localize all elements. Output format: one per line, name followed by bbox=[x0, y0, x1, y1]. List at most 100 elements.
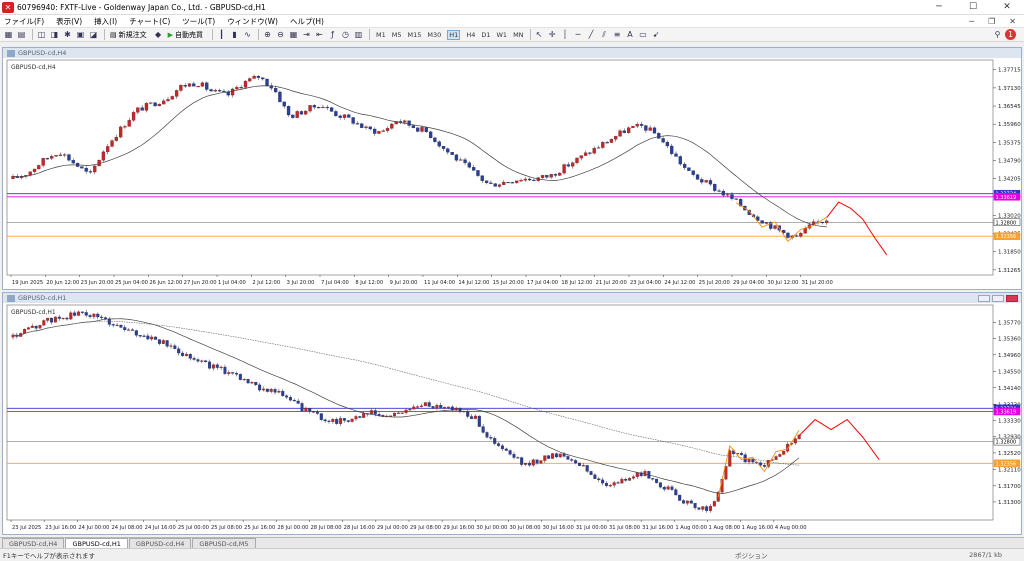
tester-icon[interactable]: ◪ bbox=[88, 29, 99, 40]
templates-icon[interactable]: ▥ bbox=[353, 29, 364, 40]
menu-window[interactable]: ウィンドウ(W) bbox=[227, 16, 278, 27]
timeframe-h4[interactable]: H4 bbox=[466, 31, 475, 39]
period-icon[interactable]: ◷ bbox=[340, 29, 351, 40]
new-chart-icon[interactable]: ▦ bbox=[3, 29, 14, 40]
candle-body bbox=[571, 162, 575, 167]
chart-tab-active[interactable]: GBPUSD-cd,H1 bbox=[65, 538, 128, 548]
candle-body bbox=[261, 388, 265, 391]
candle-body bbox=[200, 360, 204, 362]
candle-body bbox=[543, 455, 547, 461]
candle-body bbox=[709, 506, 713, 511]
timeframe-m15[interactable]: M15 bbox=[408, 31, 422, 39]
candle-body bbox=[760, 220, 764, 224]
fibonacci-icon[interactable]: ≡ bbox=[612, 29, 623, 40]
chart-tab[interactable]: GBPUSD-cd,H4 bbox=[2, 538, 65, 548]
candle-body bbox=[149, 102, 153, 104]
notification-badge-icon[interactable]: 1 bbox=[1005, 29, 1016, 40]
horizontal-line-icon[interactable]: ─ bbox=[573, 29, 584, 40]
new-order-button[interactable]: ▤ 新規注文 bbox=[108, 30, 149, 40]
time-tick-label: 31 Jul 16:00 bbox=[642, 525, 673, 531]
meta-editor-icon[interactable]: ◆ bbox=[153, 29, 164, 40]
data-window-icon[interactable]: ◨ bbox=[49, 29, 60, 40]
menu-help[interactable]: ヘルプ(H) bbox=[290, 16, 324, 27]
minimize-button[interactable]: ─ bbox=[922, 0, 956, 15]
price-chart-h1[interactable]: GBPUSD-cd,H1 1.35770 1.35360 1.34960 1.34550… bbox=[3, 303, 1021, 534]
chart-shift-icon[interactable]: ⇥ bbox=[301, 29, 312, 40]
label-icon[interactable]: ▭ bbox=[638, 29, 649, 40]
time-tick-label: 24 Jul 08:00 bbox=[112, 525, 143, 531]
bar-chart-icon[interactable]: ┃ bbox=[216, 29, 227, 40]
candle-body bbox=[299, 111, 304, 115]
crosshair-icon[interactable]: ✛ bbox=[547, 29, 558, 40]
chart-tab[interactable]: GBPUSD-cd,M5 bbox=[192, 538, 256, 548]
market-watch-icon[interactable]: ◫ bbox=[36, 29, 47, 40]
cursor-icon[interactable]: ↖ bbox=[534, 29, 545, 40]
timeframe-w1[interactable]: W1 bbox=[497, 31, 508, 39]
candle-body bbox=[476, 170, 480, 176]
close-button[interactable]: ✕ bbox=[990, 0, 1024, 15]
time-tick-label: 23 Jul 04:00 bbox=[630, 280, 661, 286]
menu-view[interactable]: 表示(V) bbox=[56, 16, 82, 27]
indicators-icon[interactable]: ƒ bbox=[327, 29, 338, 40]
chart-close-button[interactable] bbox=[1006, 294, 1018, 302]
candle-body bbox=[502, 181, 506, 185]
price-tick-label: 1.34205 bbox=[998, 177, 1021, 183]
candle-body bbox=[273, 87, 278, 93]
timeframe-m30[interactable]: M30 bbox=[427, 31, 441, 39]
tile-windows-icon[interactable]: ▦ bbox=[288, 29, 299, 40]
auto-trading-button[interactable]: ▶ 自動売買 bbox=[166, 30, 205, 40]
line-chart-icon[interactable]: ∿ bbox=[242, 29, 253, 40]
candle-body bbox=[588, 152, 592, 154]
maximize-button[interactable]: ☐ bbox=[956, 0, 990, 15]
candle-body bbox=[631, 125, 635, 128]
time-tick-label: 8 Jul 12:00 bbox=[355, 280, 383, 286]
candle-body bbox=[34, 325, 38, 329]
candle-body bbox=[428, 131, 433, 139]
arrows-icon[interactable]: ➹ bbox=[651, 29, 662, 40]
candle-body bbox=[424, 127, 428, 132]
candle-body bbox=[248, 78, 252, 82]
time-tick-label: 9 Jul 20:00 bbox=[390, 280, 418, 286]
terminal-icon[interactable]: ▣ bbox=[75, 29, 86, 40]
channel-icon[interactable]: ⫽ bbox=[599, 29, 610, 40]
price-tick-label: 1.32110 bbox=[998, 467, 1021, 473]
timeframe-h1[interactable]: H1 bbox=[447, 29, 461, 40]
price-chart-h4[interactable]: GBPUSD-cd,H4 1.37715 1.37130 1.36545 1.35960… bbox=[3, 58, 1021, 289]
time-tick-label: 11 Jul 04:00 bbox=[424, 280, 455, 286]
price-tick-label: 1.31850 bbox=[998, 250, 1021, 256]
menu-minimize-icon[interactable]: ─ bbox=[969, 17, 974, 26]
menu-close-icon[interactable]: ✕ bbox=[1009, 17, 1016, 26]
profiles-icon[interactable]: ▤ bbox=[16, 29, 27, 40]
menu-insert[interactable]: 挿入(I) bbox=[94, 16, 117, 27]
vertical-line-icon[interactable]: │ bbox=[560, 29, 571, 40]
trendline-icon[interactable]: ╱ bbox=[586, 29, 597, 40]
candle-body bbox=[278, 91, 282, 103]
menu-restore-icon[interactable]: ❐ bbox=[988, 17, 995, 26]
candle-body bbox=[531, 459, 535, 466]
candlestick-icon[interactable]: ▮ bbox=[229, 29, 240, 40]
chart-window-h4[interactable]: GBPUSD-cd,H4 GBPUSD-cd,H4 1.37715 1.37130 1… bbox=[2, 47, 1022, 290]
chart-tab[interactable]: GBPUSD-cd,H4 bbox=[128, 538, 192, 548]
timeframe-m1[interactable]: M1 bbox=[376, 31, 386, 39]
candle-body bbox=[435, 405, 439, 409]
time-tick-label: 25 Jul 20:00 bbox=[699, 280, 730, 286]
timeframe-mn[interactable]: MN bbox=[513, 31, 523, 39]
menu-charts[interactable]: チャート(C) bbox=[129, 16, 170, 27]
chart-restore-button[interactable] bbox=[992, 294, 1004, 302]
autoscroll-icon[interactable]: ⇤ bbox=[314, 29, 325, 40]
candle-body bbox=[721, 190, 726, 196]
zoom-out-icon[interactable]: ⊖ bbox=[275, 29, 286, 40]
candle-body bbox=[110, 140, 114, 147]
menu-tools[interactable]: ツール(T) bbox=[182, 16, 215, 27]
chart-minimize-button[interactable] bbox=[978, 294, 990, 302]
chart-window-h1[interactable]: GBPUSD-cd,H1 GBPUSD-cd,H1 1.35770 1.35360 1… bbox=[2, 292, 1022, 535]
search-icon[interactable]: ⚲ bbox=[992, 29, 1003, 40]
zoom-in-icon[interactable]: ⊕ bbox=[262, 29, 273, 40]
timeframe-m5[interactable]: M5 bbox=[392, 31, 402, 39]
menu-file[interactable]: ファイル(F) bbox=[4, 16, 44, 27]
navigator-icon[interactable]: ✱ bbox=[62, 29, 73, 40]
text-icon[interactable]: A bbox=[625, 29, 636, 40]
candle-body bbox=[26, 327, 30, 330]
timeframe-d1[interactable]: D1 bbox=[481, 31, 490, 39]
candle-body bbox=[235, 87, 239, 90]
